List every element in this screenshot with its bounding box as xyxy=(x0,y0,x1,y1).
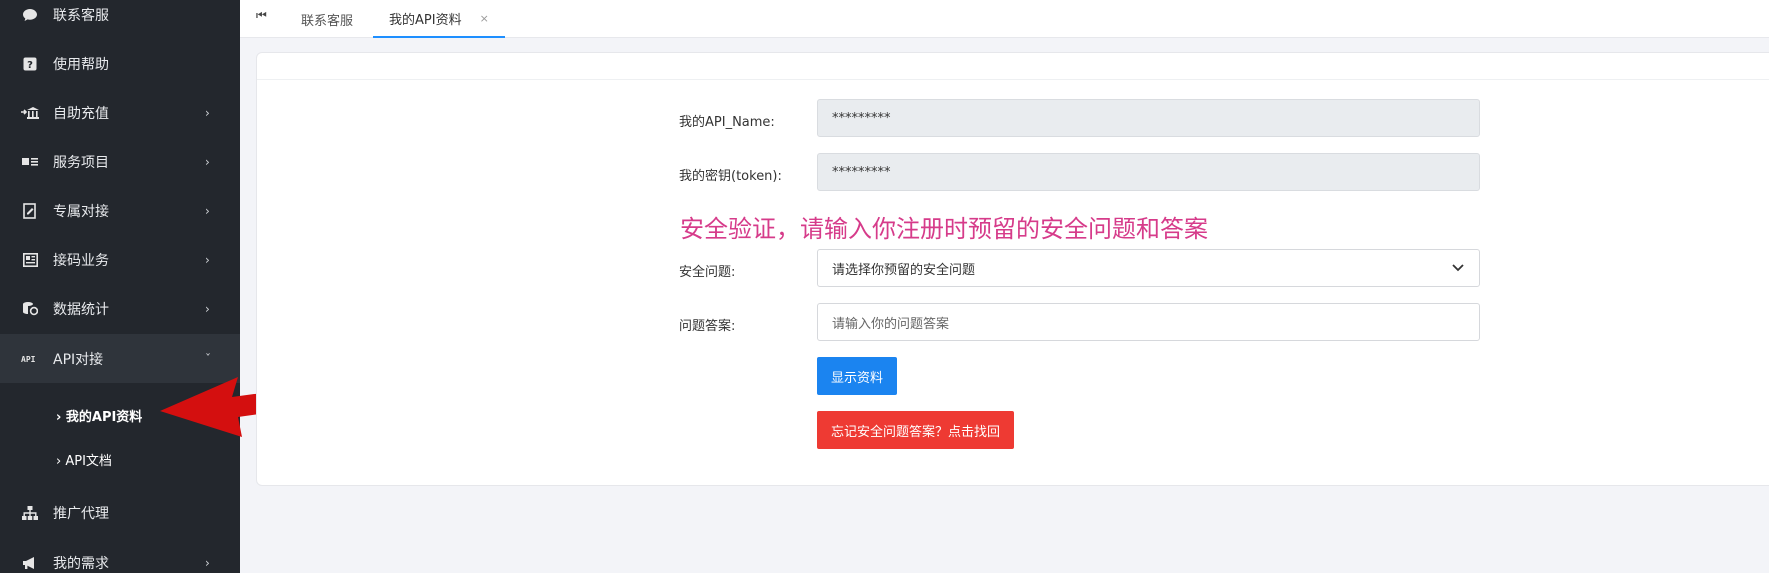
sidebar-item-label: 服务项目 xyxy=(53,154,109,171)
sidebar-item-label: 推广代理 xyxy=(53,505,109,522)
sidebar: 联系客服 ? 使用帮助 自助充值 › 服务项目 › 专属对接 › 接码业务 › xyxy=(0,0,240,573)
show-info-button[interactable]: 显示资料 xyxy=(817,357,898,395)
chevron-right-icon: › xyxy=(205,105,210,120)
token-value: ********* xyxy=(832,164,891,180)
api-icon: API xyxy=(21,350,39,368)
megaphone-icon xyxy=(21,554,39,572)
sidebar-item-label: 接码业务 xyxy=(53,252,109,269)
sidebar-item-sms[interactable]: 接码业务 › xyxy=(0,235,240,284)
sidebar-item-label: API对接 xyxy=(53,351,104,368)
chat-bubble-icon xyxy=(21,6,39,24)
sidebar-item-label: 数据统计 xyxy=(53,301,109,318)
sidebar-item-statistics[interactable]: 数据统计 › xyxy=(0,284,240,333)
security-question-select[interactable]: 请选择你预留的安全问题 xyxy=(817,249,1480,287)
api-name-label: 我的API_Name: xyxy=(679,115,775,130)
answer-label: 问题答案: xyxy=(679,319,736,334)
token-label: 我的密钥(token): xyxy=(679,169,782,184)
sidebar-item-recharge[interactable]: 自助充值 › xyxy=(0,88,240,137)
document-edit-icon xyxy=(21,202,39,220)
tab-label: 联系客服 xyxy=(301,13,354,29)
close-icon[interactable]: × xyxy=(480,12,489,25)
card-header xyxy=(257,53,1769,80)
database-icon xyxy=(21,300,39,318)
chevron-right-icon: › xyxy=(205,301,210,316)
skip-back-icon[interactable]: ⏮ xyxy=(256,8,267,23)
security-notice: 安全验证，请输入你注册时预留的安全问题和答案 xyxy=(680,215,1208,243)
sidebar-item-promotion[interactable]: 推广代理 xyxy=(0,488,240,537)
security-question-selected: 请选择你预留的安全问题 xyxy=(832,262,976,278)
sidebar-item-label: 使用帮助 xyxy=(53,56,109,73)
sidebar-item-contact-service[interactable]: 联系客服 xyxy=(0,0,240,39)
chevron-right-icon: › xyxy=(205,555,210,570)
sidebar-item-my-needs[interactable]: 我的需求 › xyxy=(0,538,240,573)
security-question-label: 安全问题: xyxy=(679,265,736,280)
chevron-right-icon: › xyxy=(205,154,210,169)
answer-input[interactable]: 请输入你的问题答案 xyxy=(817,303,1480,341)
id-card-icon xyxy=(21,153,39,171)
chevron-right-icon: › xyxy=(205,252,210,267)
sidebar-subitem-label: › 我的API资料 xyxy=(56,409,143,425)
tab-label: 我的API资料 xyxy=(389,12,462,28)
svg-text:?: ? xyxy=(27,60,33,71)
tab-my-api-info[interactable]: 我的API资料 × xyxy=(373,0,505,38)
token-field: ********* xyxy=(817,153,1480,191)
sidebar-item-label: 我的需求 xyxy=(53,555,109,572)
question-square-icon: ? xyxy=(21,55,39,73)
tab-bar: ⏮ 联系客服 我的API资料 × xyxy=(240,0,1769,38)
sidebar-item-label: 联系客服 xyxy=(53,7,109,24)
chevron-right-icon: › xyxy=(205,203,210,218)
answer-placeholder: 请输入你的问题答案 xyxy=(832,316,950,332)
forgot-answer-button[interactable]: 忘记安全问题答案？点击找回 xyxy=(817,411,1015,449)
chevron-down-icon xyxy=(1451,260,1465,278)
grid-box-icon xyxy=(21,251,39,269)
svg-text:API: API xyxy=(21,355,36,364)
sidebar-item-help[interactable]: ? 使用帮助 xyxy=(0,39,240,88)
sidebar-item-dedicated[interactable]: 专属对接 › xyxy=(0,186,240,235)
sidebar-subitem-label: › API文档 xyxy=(56,453,112,469)
tab-contact-service[interactable]: 联系客服 xyxy=(301,0,353,38)
api-name-value: ********* xyxy=(832,110,891,126)
sitemap-icon xyxy=(21,504,39,522)
sidebar-item-services[interactable]: 服务项目 › xyxy=(0,137,240,186)
sidebar-item-label: 专属对接 xyxy=(53,203,109,220)
api-name-field: ********* xyxy=(817,99,1480,137)
chevron-down-icon: ˇ xyxy=(205,351,211,366)
bank-icon xyxy=(21,104,39,122)
sidebar-item-label: 自助充值 xyxy=(53,105,109,122)
